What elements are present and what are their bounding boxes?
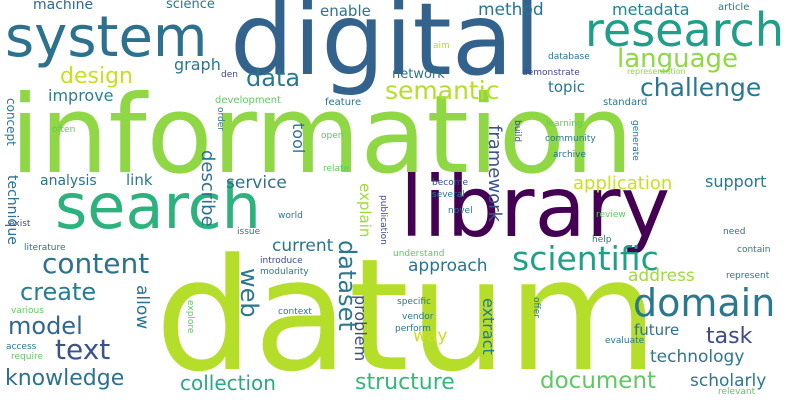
word-enable: enable <box>320 2 371 20</box>
word-publication: publication <box>378 195 388 245</box>
word-network: network <box>392 67 445 82</box>
word-several: several <box>432 190 465 200</box>
word-cloud: information datum digital library search syst… <box>0 0 800 400</box>
word-technique: technique <box>4 175 20 245</box>
word-development: development <box>215 95 281 106</box>
word-analysis: analysis <box>40 173 97 189</box>
word-review: review <box>596 210 626 220</box>
word-representation: representation <box>627 67 686 76</box>
word-relate: relate <box>323 164 350 174</box>
word-require: require <box>11 352 43 362</box>
word-knowledge: knowledge <box>5 366 125 391</box>
word-perform: perform <box>395 324 431 334</box>
word-improve: improve <box>48 86 114 105</box>
word-create: create <box>20 278 97 306</box>
word-community: community <box>545 134 596 144</box>
word-specific: specific <box>397 297 432 307</box>
word-generate: generate <box>630 120 640 161</box>
word-learning: learning <box>546 119 583 129</box>
word-help: help <box>592 235 612 245</box>
word-vendor: vendor <box>402 312 434 322</box>
word-understand: understand <box>393 249 445 259</box>
word-machine: machine <box>33 0 94 13</box>
word-support: support <box>705 172 767 191</box>
word-tool: tool <box>289 123 308 154</box>
word-collection: collection <box>180 371 276 395</box>
word-represent: represent <box>726 271 770 281</box>
word-relevant: relevant <box>718 387 756 397</box>
word-den: den <box>221 70 238 80</box>
word-content: content <box>42 247 150 280</box>
word-text: text <box>55 333 111 366</box>
word-science: science <box>166 0 215 12</box>
word-model: model <box>8 312 83 340</box>
word-build: build <box>512 120 522 143</box>
word-topic: topic <box>548 78 585 96</box>
word-application: application <box>573 173 673 194</box>
word-various: various <box>11 306 44 316</box>
word-article: article <box>718 2 750 13</box>
word-contain: contain <box>737 245 771 255</box>
word-approach: approach <box>408 256 488 276</box>
word-framework: framework <box>484 125 505 222</box>
word-problem: problem <box>351 295 370 362</box>
word-feature: feature <box>325 97 362 108</box>
word-current: current <box>272 236 334 256</box>
word-allow: allow <box>132 285 152 330</box>
word-data: data <box>246 64 301 92</box>
word-structure: structure <box>355 370 455 395</box>
word-standard: standard <box>603 97 648 108</box>
word-link: link <box>126 171 153 189</box>
word-web: web <box>235 268 263 318</box>
word-offer: offer <box>531 297 541 318</box>
word-metadata: metadata <box>612 0 690 19</box>
word-aim: aim <box>433 41 450 51</box>
word-domain: domain <box>633 281 776 325</box>
word-design: design <box>60 64 133 89</box>
word-document: document <box>540 368 657 394</box>
word-demonstrate: demonstrate <box>522 68 580 78</box>
word-context: context <box>278 307 312 317</box>
word-literature: literature <box>24 243 66 253</box>
word-need: need <box>723 227 746 237</box>
word-modularity: modularity <box>260 267 309 277</box>
word-exist: exist <box>9 219 31 229</box>
word-evaluate: evaluate <box>605 336 645 346</box>
word-task: task <box>706 324 753 349</box>
word-introduce: introduce <box>260 256 303 266</box>
word-order: order <box>215 107 225 131</box>
word-extract: extract <box>479 298 498 355</box>
word-often: often <box>52 125 76 135</box>
word-concept: concept <box>4 98 18 146</box>
word-method: method <box>478 0 544 20</box>
word-world: world <box>278 211 303 221</box>
word-become: become <box>432 178 469 188</box>
word-open: open <box>321 131 344 141</box>
word-archive: archive <box>553 150 587 160</box>
word-service: service <box>226 173 287 193</box>
word-graph: graph <box>174 55 221 74</box>
word-database: database <box>548 52 590 62</box>
word-describe: describe <box>197 150 218 227</box>
word-technology: technology <box>650 347 745 367</box>
word-novel: novel <box>448 206 473 216</box>
word-access: access <box>6 342 37 352</box>
word-explore: explore <box>185 300 195 334</box>
word-explain: explain <box>356 183 374 238</box>
word-challenge: challenge <box>640 73 762 102</box>
word-issue: issue <box>237 227 261 237</box>
word-address: address <box>628 266 695 286</box>
